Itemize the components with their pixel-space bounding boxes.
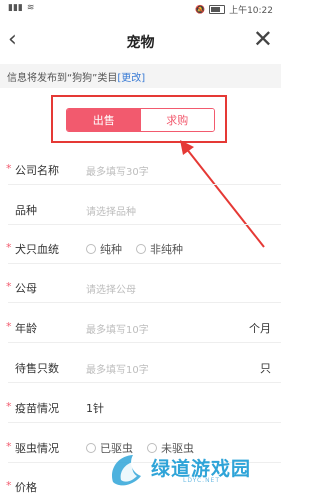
deworm-label: 驱虫情况 <box>15 442 59 455</box>
count-label: 待售只数 <box>15 362 59 375</box>
watermark-logo-icon <box>111 455 141 486</box>
age-unit: 个月 <box>249 322 271 335</box>
age-input[interactable]: 最多填写10字 <box>86 321 149 336</box>
age-row: * 年龄 最多填写10字 个月 <box>0 311 281 343</box>
breed-label: 品种 <box>15 204 37 217</box>
breed-row: 品种 请选择品种 <box>0 193 281 225</box>
company-name-label: 公司名称 <box>15 164 59 177</box>
purebred-radio[interactable]: 纯种 <box>86 241 122 257</box>
age-label: 年龄 <box>15 322 37 335</box>
count-row: 待售只数 最多填写10字 只 <box>0 351 281 383</box>
watermark: 绿道游戏园 LDYC.NET <box>107 450 277 490</box>
vaccine-row: * 疫苗情况 1针 <box>0 391 281 423</box>
price-label: 价格 <box>15 481 37 494</box>
bloodline-label: 犬只血统 <box>15 243 59 256</box>
bloodline-row: * 犬只血统 纯种 非纯种 <box>0 232 281 264</box>
vaccine-label: 疫苗情况 <box>15 402 59 415</box>
watermark-subtext: LDYC.NET <box>183 477 221 484</box>
count-unit: 只 <box>260 362 271 375</box>
sex-label: 公母 <box>15 282 37 295</box>
vaccine-select[interactable]: 1针 <box>86 400 104 416</box>
non-purebred-radio[interactable]: 非纯种 <box>136 241 183 257</box>
sex-select[interactable]: 请选择公母 <box>86 281 136 296</box>
company-name-input[interactable]: 最多填写30字 <box>86 163 149 178</box>
breed-select[interactable]: 请选择品种 <box>86 203 136 218</box>
company-name-row: * 公司名称 最多填写30字 <box>0 153 281 185</box>
count-input[interactable]: 最多填写10字 <box>86 361 149 376</box>
sex-row: * 公母 请选择公母 <box>0 271 281 303</box>
